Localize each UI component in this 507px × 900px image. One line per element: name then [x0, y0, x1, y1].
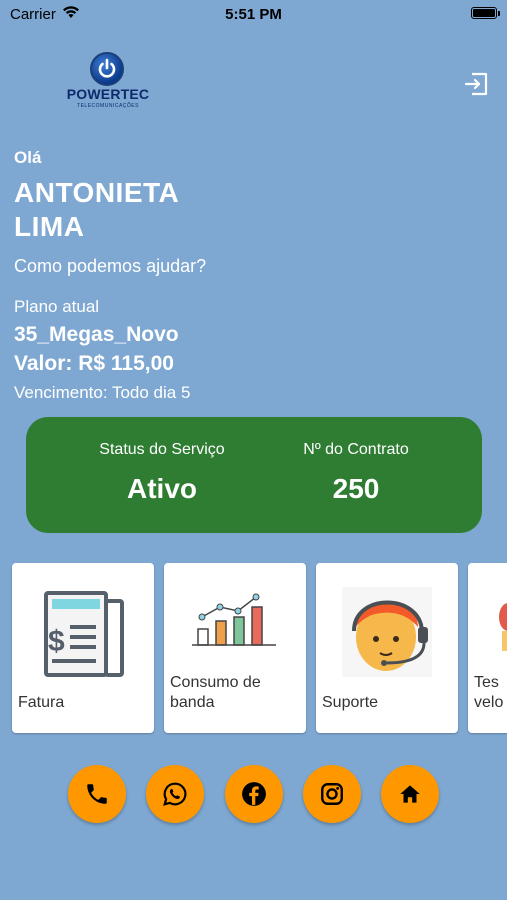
facebook-button[interactable]	[225, 765, 283, 823]
whatsapp-icon	[163, 782, 187, 806]
tile-bandwidth-label: Consumo de banda	[170, 673, 261, 713]
tile-bandwidth-label-line2: banda	[170, 694, 215, 711]
service-status-value: Ativo	[127, 473, 197, 504]
phone-icon	[87, 784, 107, 804]
contract-number: Nº do Contrato 250	[256, 441, 456, 505]
plan-name: 35_Megas_Novo	[14, 323, 179, 346]
logout-icon[interactable]	[463, 70, 491, 98]
status-bar: Carrier 5:51 PM	[0, 0, 507, 28]
instagram-icon	[321, 783, 343, 805]
plan-value: Valor: R$ 115,00	[14, 352, 174, 375]
tile-support[interactable]: Suporte	[316, 563, 458, 733]
tile-invoice[interactable]: $ Fatura	[12, 563, 154, 733]
facebook-icon	[242, 782, 266, 806]
instagram-button[interactable]	[303, 765, 361, 823]
tile-speed-test[interactable]: Tes velo	[468, 563, 507, 733]
invoice-icon: $	[44, 591, 124, 677]
battery-tip	[498, 11, 500, 16]
logo-tagline: TELECOMUNICAÇÕES	[77, 103, 139, 109]
contract-number-value: 250	[332, 473, 380, 504]
clock: 5:51 PM	[225, 6, 282, 23]
tile-support-label: Suporte	[322, 694, 379, 711]
tile-bandwidth[interactable]: Consumo de banda	[164, 563, 306, 733]
tile-bandwidth-label-line1: Consumo de	[170, 674, 261, 691]
contract-number-label: Nº do Contrato	[303, 441, 409, 458]
speed-test-icon	[499, 603, 507, 651]
tile-speed-test-label-line1: Tes	[474, 674, 499, 691]
help-prompt: Como podemos ajudar?	[14, 256, 207, 276]
plan-due-date: Vencimento: Todo dia 5	[14, 383, 191, 402]
service-status: Status do Serviço Ativo	[62, 441, 262, 505]
greeting-hello: Olá	[14, 148, 42, 167]
svg-text:$: $	[48, 625, 65, 658]
home-icon	[400, 785, 420, 803]
tile-speed-test-label: Tes velo	[474, 673, 503, 713]
user-name-line1: ANTONIETA	[14, 177, 180, 208]
whatsapp-button[interactable]	[146, 765, 204, 823]
user-name: ANTONIETA LIMA	[14, 176, 314, 244]
tile-speed-test-label-line2: velo	[474, 694, 504, 711]
service-status-card: Status do Serviço Ativo Nº do Contrato 2…	[26, 417, 482, 533]
home-button[interactable]	[381, 765, 439, 823]
support-agent-icon	[342, 587, 432, 677]
battery-icon	[471, 7, 497, 19]
logo-brand: POWERTEC	[66, 86, 150, 102]
service-status-label: Status do Serviço	[99, 441, 225, 458]
quick-actions: $ Fatura Consumo de banda Suporte Tes ve…	[0, 563, 507, 735]
phone-button[interactable]	[68, 765, 126, 823]
user-name-line2: LIMA	[14, 211, 85, 242]
power-logo-icon	[90, 52, 124, 86]
plan-label: Plano atual	[14, 297, 100, 316]
bandwidth-chart-icon	[192, 593, 276, 646]
company-logo: POWERTEC TELECOMUNICAÇÕES	[66, 52, 150, 114]
tile-invoice-label: Fatura	[18, 694, 65, 711]
